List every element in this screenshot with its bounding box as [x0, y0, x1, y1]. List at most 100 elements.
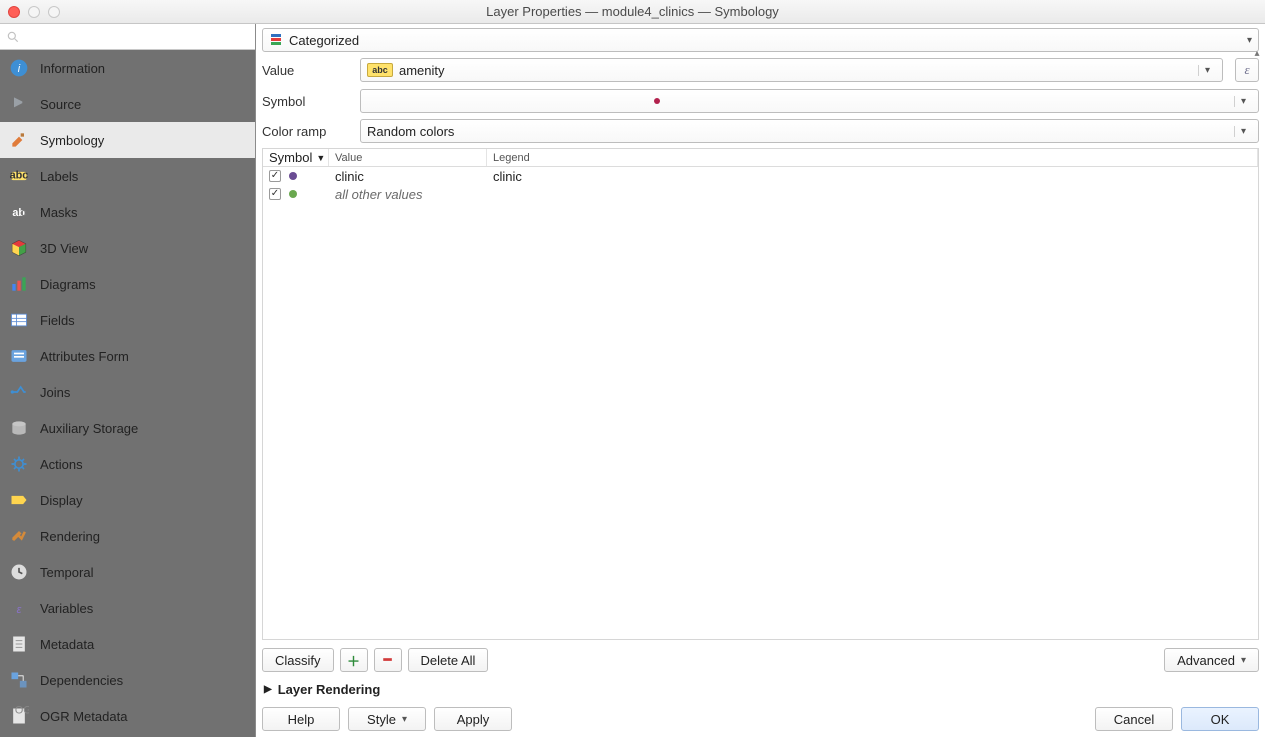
sidebar-item-fields[interactable]: Fields	[0, 302, 255, 338]
sidebar-item-label: Fields	[40, 313, 75, 328]
apply-button[interactable]: Apply	[434, 707, 512, 731]
cell-value[interactable]: clinic	[329, 169, 487, 184]
sidebar-item-label: 3D View	[40, 241, 88, 256]
sidebar-item-label: Masks	[40, 205, 78, 220]
sidebar-item-information[interactable]: i Information	[0, 50, 255, 86]
table-row[interactable]: clinicclinic	[263, 167, 1258, 185]
expression-button[interactable]: ε	[1235, 58, 1259, 82]
col-value[interactable]: Value	[329, 149, 487, 166]
sidebar-item-label: Information	[40, 61, 105, 76]
sidebar-item-label: OGR Metadata	[40, 709, 127, 724]
joins-icon	[8, 381, 30, 403]
table-row[interactable]: all other values	[263, 185, 1258, 203]
sidebar-item-temporal[interactable]: Temporal	[0, 554, 255, 590]
diagrams-icon	[8, 273, 30, 295]
sidebar-item-attributes-form[interactable]: Attributes Form	[0, 338, 255, 374]
sidebar-item-rendering[interactable]: Rendering	[0, 518, 255, 554]
titlebar: Layer Properties — module4_clinics — Sym…	[0, 0, 1265, 24]
info-icon: i	[8, 57, 30, 79]
col-legend[interactable]: Legend	[487, 149, 1258, 166]
sidebar-item-label: Metadata	[40, 637, 94, 652]
visibility-checkbox[interactable]	[269, 170, 281, 182]
sidebar-item-source[interactable]: Source	[0, 86, 255, 122]
sidebar: iInformationSourceSymbologyabcLabelsabcM…	[0, 24, 256, 737]
layer-rendering-label: Layer Rendering	[278, 682, 381, 697]
ok-button[interactable]: OK	[1181, 707, 1259, 731]
ogr-metadata-icon: OGR	[8, 705, 30, 727]
sidebar-search[interactable]	[0, 24, 255, 50]
attributes-form-icon	[8, 345, 30, 367]
disclosure-triangle-icon: ▶	[264, 684, 272, 695]
cube3d-icon	[8, 237, 30, 259]
sidebar-item-metadata[interactable]: Metadata	[0, 626, 255, 662]
sidebar-item-label: Attributes Form	[40, 349, 129, 364]
sidebar-item-label: Temporal	[40, 565, 93, 580]
sidebar-item-3d-view[interactable]: 3D View	[0, 230, 255, 266]
sidebar-item-joins[interactable]: Joins	[0, 374, 255, 410]
value-field-label: Value	[262, 63, 352, 78]
sidebar-item-variables[interactable]: εVariables	[0, 590, 255, 626]
chevron-down-icon: ▾	[1234, 96, 1252, 107]
svg-text:ε: ε	[17, 604, 22, 616]
color-ramp-label: Color ramp	[262, 124, 352, 139]
sidebar-item-label: Display	[40, 493, 83, 508]
renderer-type-select[interactable]: Categorized ▾	[262, 28, 1259, 52]
sidebar-item-label: Diagrams	[40, 277, 96, 292]
value-field-value: amenity	[399, 63, 445, 78]
sidebar-item-auxiliary-storage[interactable]: Auxiliary Storage	[0, 410, 255, 446]
metadata-icon	[8, 633, 30, 655]
temporal-icon	[8, 561, 30, 583]
sidebar-item-labels[interactable]: abcLabels	[0, 158, 255, 194]
display-icon	[8, 489, 30, 511]
help-button[interactable]: Help	[262, 707, 340, 731]
sidebar-item-label: Source	[40, 97, 81, 112]
close-window-icon[interactable]	[8, 6, 20, 18]
add-category-button[interactable]: ＋	[340, 648, 368, 672]
scroll-up-icon[interactable]: ▴	[1251, 48, 1263, 60]
minimize-window-icon[interactable]	[28, 6, 40, 18]
sidebar-nav: iInformationSourceSymbologyabcLabelsabcM…	[0, 50, 255, 737]
main-panel: ▴ Categorized ▾ Value abc amenity ▾ ε Sy…	[256, 24, 1265, 737]
visibility-checkbox[interactable]	[269, 188, 281, 200]
sidebar-item-masks[interactable]: abcMasks	[0, 194, 255, 230]
delete-all-button[interactable]: Delete All	[408, 648, 489, 672]
sidebar-item-qgis-server[interactable]: OGR OGR Metadata	[0, 698, 255, 734]
labels-icon: abc	[8, 165, 30, 187]
color-ramp-select[interactable]: Random colors ▾	[360, 119, 1259, 143]
table-body: clinicclinicall other values	[263, 167, 1258, 639]
categories-table: Symbol▼ Value Legend clinicclinicall oth…	[262, 148, 1259, 640]
zoom-window-icon[interactable]	[48, 6, 60, 18]
sidebar-item-label: Joins	[40, 385, 70, 400]
style-button[interactable]: Style▾	[348, 707, 426, 731]
chevron-down-icon: ▾	[1247, 35, 1252, 46]
classify-button[interactable]: Classify	[262, 648, 334, 672]
value-field-select[interactable]: abc amenity ▾	[360, 58, 1223, 82]
actions-icon	[8, 453, 30, 475]
svg-text:OGR: OGR	[15, 706, 29, 717]
chevron-down-icon: ▾	[1234, 126, 1252, 137]
sidebar-item-display[interactable]: Display	[0, 482, 255, 518]
symbol-select[interactable]: ▾	[360, 89, 1259, 113]
abc-icon: abc	[367, 63, 393, 77]
symbol-swatch-icon	[654, 98, 660, 104]
sidebar-item-symbology[interactable]: Symbology	[0, 122, 255, 158]
renderer-type-label: Categorized	[289, 33, 359, 48]
table-header: Symbol▼ Value Legend	[263, 149, 1258, 167]
remove-category-button[interactable]: ━	[374, 648, 402, 672]
sidebar-item-dependencies[interactable]: Dependencies	[0, 662, 255, 698]
cancel-button[interactable]: Cancel	[1095, 707, 1173, 731]
symbol-swatch-icon	[289, 190, 297, 198]
source-icon	[8, 93, 30, 115]
color-ramp-value: Random colors	[367, 124, 454, 139]
cell-legend[interactable]: clinic	[487, 169, 1258, 184]
layer-rendering-section[interactable]: ▶ Layer Rendering	[256, 678, 1265, 701]
sidebar-item-diagrams[interactable]: Diagrams	[0, 266, 255, 302]
fields-icon	[8, 309, 30, 331]
sort-desc-icon: ▼	[316, 153, 325, 163]
sidebar-item-actions[interactable]: Actions	[0, 446, 255, 482]
advanced-button[interactable]: Advanced▾	[1164, 648, 1259, 672]
window-controls	[8, 6, 60, 18]
search-input[interactable]	[24, 29, 249, 44]
cell-value[interactable]: all other values	[329, 187, 487, 202]
col-symbol[interactable]: Symbol▼	[263, 149, 329, 166]
